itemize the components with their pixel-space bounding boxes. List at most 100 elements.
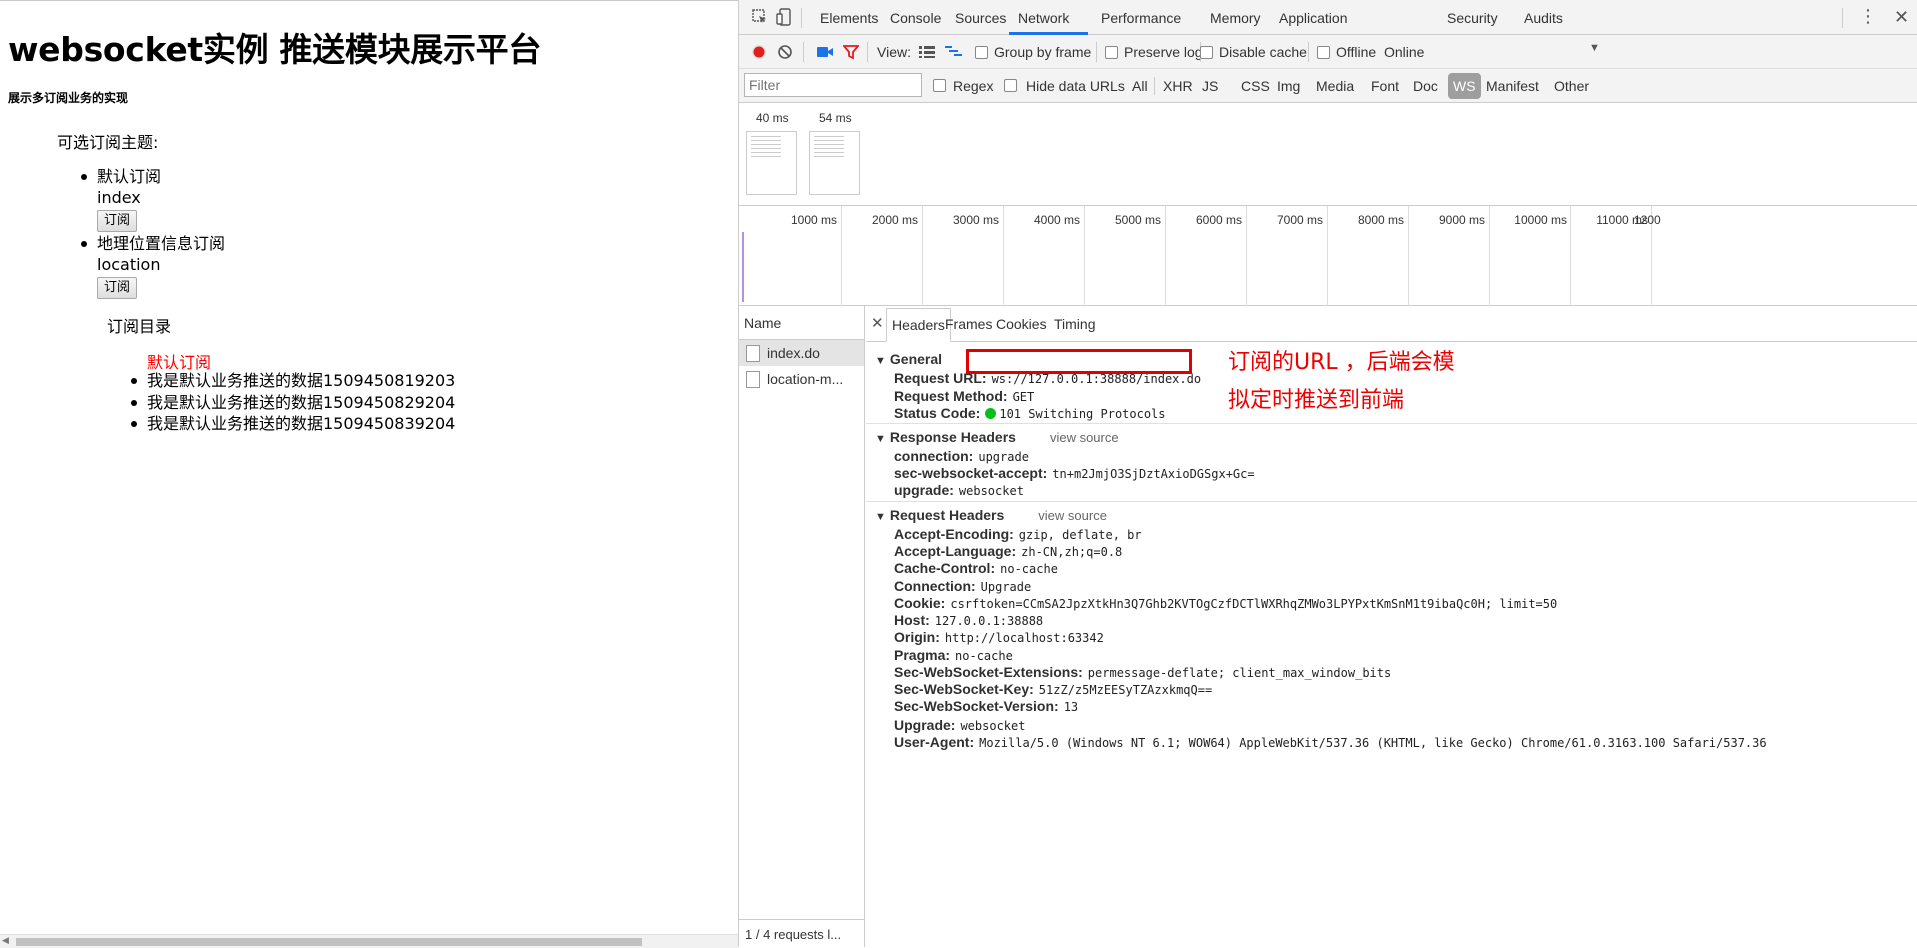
- frame-time: 40 ms: [756, 111, 789, 125]
- filter-all[interactable]: All: [1132, 78, 1148, 94]
- page-title: websocket实例 推送模块展示平台: [8, 30, 542, 69]
- request-row[interactable]: index.do: [739, 340, 864, 366]
- filter-xhr[interactable]: XHR: [1163, 78, 1193, 94]
- scrollbar-thumb[interactable]: [16, 938, 642, 946]
- record-icon[interactable]: [751, 44, 767, 60]
- url-highlight-box: [966, 349, 1192, 374]
- filter-img[interactable]: Img: [1277, 78, 1300, 94]
- throttling-select[interactable]: Online: [1384, 44, 1424, 60]
- filter-js[interactable]: JS: [1202, 78, 1218, 94]
- disable-cache-label: Disable cache: [1219, 44, 1307, 60]
- tab-cookies[interactable]: Cookies: [996, 316, 1047, 332]
- network-toolbar: View: Group by frame Preserve log Disabl…: [739, 35, 1917, 69]
- filter-css[interactable]: CSS: [1241, 78, 1270, 94]
- response-headers-section-header[interactable]: ▼ Response Headers view source: [875, 429, 1119, 445]
- preserve-log-checkbox[interactable]: [1105, 46, 1118, 59]
- inspect-element-icon[interactable]: [751, 8, 769, 26]
- screenshot-frame[interactable]: [746, 131, 797, 195]
- toolbar-divider: [803, 42, 804, 62]
- tab-frames[interactable]: Frames: [945, 316, 992, 332]
- tab-timing[interactable]: Timing: [1054, 316, 1096, 332]
- tab-console[interactable]: Console: [890, 10, 941, 26]
- timeline-tick: 8000 ms: [1357, 213, 1404, 227]
- filter-media[interactable]: Media: [1316, 78, 1354, 94]
- filter-font[interactable]: Font: [1371, 78, 1399, 94]
- timeline-marker: [742, 232, 744, 302]
- timeline-tick: 3000 ms: [952, 213, 999, 227]
- clear-icon[interactable]: [777, 44, 793, 60]
- screenshot-filmstrip: 40 ms 54 ms: [739, 103, 1917, 206]
- header-row: Accept-Language: zh-CN,zh;q=0.8: [894, 543, 1123, 559]
- tab-security[interactable]: Security: [1447, 10, 1498, 26]
- filter-doc[interactable]: Doc: [1413, 78, 1438, 94]
- more-options-icon[interactable]: ⋮: [1859, 6, 1877, 27]
- request-headers-section-header[interactable]: ▼ Request Headers view source: [875, 507, 1107, 523]
- filter-input[interactable]: [744, 73, 922, 97]
- hide-data-urls-checkbox[interactable]: [1004, 79, 1017, 92]
- device-toolbar-icon[interactable]: [775, 8, 793, 26]
- timeline-tick: 1000 ms: [790, 213, 837, 227]
- tab-audits[interactable]: Audits: [1524, 10, 1563, 26]
- toolbar-divider: [867, 42, 868, 62]
- timeline-tick: 4000 ms: [1033, 213, 1080, 227]
- screenshot-frame[interactable]: [809, 131, 860, 195]
- header-row: Pragma: no-cache: [894, 647, 1013, 663]
- group-by-frame-label: Group by frame: [994, 44, 1092, 60]
- timeline-tick: 5000 ms: [1114, 213, 1161, 227]
- header-row: Cookie: csrftoken=CCmSA2JpzXtkHn3Q7Ghb2KV…: [894, 595, 1558, 611]
- tab-elements[interactable]: Elements: [820, 10, 878, 26]
- view-source-link[interactable]: view source: [1050, 430, 1119, 445]
- tab-network[interactable]: Network: [1018, 10, 1069, 26]
- timeline-overview[interactable]: 1000 ms 2000 ms 3000 ms 4000 ms 5000 ms …: [739, 206, 1917, 306]
- tab-headers[interactable]: Headers: [886, 308, 951, 342]
- web-page: websocket实例 推送模块展示平台 展示多订阅业务的实现 可选订阅主题: …: [0, 0, 738, 948]
- chevron-down-icon[interactable]: ▼: [1589, 42, 1600, 54]
- request-list: Name index.do location-m... 1 / 4 reques…: [739, 306, 865, 947]
- toolbar-divider: [1096, 42, 1097, 62]
- tab-performance[interactable]: Performance: [1101, 10, 1181, 26]
- expand-triangle-icon: ▼: [875, 511, 886, 523]
- filter-ws[interactable]: WS: [1448, 73, 1481, 99]
- group-by-frame-checkbox[interactable]: [975, 46, 988, 59]
- regex-checkbox[interactable]: [933, 79, 946, 92]
- topic-key: location: [97, 255, 161, 274]
- request-name: index.do: [767, 345, 820, 361]
- filter-manifest[interactable]: Manifest: [1486, 78, 1539, 94]
- tab-memory[interactable]: Memory: [1210, 10, 1261, 26]
- waterfall-overview-icon[interactable]: [945, 45, 963, 59]
- topic-name: 默认订阅: [97, 167, 162, 186]
- horizontal-scrollbar[interactable]: ◀: [0, 934, 738, 948]
- name-column-header[interactable]: Name: [739, 306, 864, 340]
- large-rows-icon[interactable]: [919, 46, 935, 58]
- offline-checkbox[interactable]: [1317, 46, 1330, 59]
- message-item: 我是默认业务推送的数据1509450839204: [130, 414, 456, 433]
- tab-application[interactable]: Application: [1279, 10, 1348, 26]
- filter-other[interactable]: Other: [1554, 78, 1589, 94]
- filter-icon[interactable]: [843, 44, 859, 60]
- header-row: Accept-Encoding: gzip, deflate, br: [894, 526, 1142, 542]
- subscribe-button[interactable]: 订阅: [97, 277, 138, 299]
- general-section-header[interactable]: ▼ General: [875, 351, 942, 367]
- header-row: connection: upgrade: [894, 448, 1029, 464]
- request-row[interactable]: location-m...: [739, 366, 864, 392]
- header-row: sec-websocket-accept: tn+m2JmjO3SjDztAxio…: [894, 465, 1255, 481]
- scroll-left-icon[interactable]: ◀: [2, 936, 9, 946]
- message-list: 我是默认业务推送的数据1509450819203 我是默认业务推送的数据1509…: [130, 370, 456, 435]
- offline-label: Offline: [1336, 44, 1377, 60]
- header-row: Status Code: 101 Switching Protocols: [894, 405, 1166, 421]
- capture-screenshots-icon[interactable]: [816, 45, 834, 59]
- close-icon[interactable]: ✕: [871, 314, 884, 332]
- header-row: Connection: Upgrade: [894, 578, 1032, 594]
- disable-cache-checkbox[interactable]: [1200, 46, 1213, 59]
- status-ok-icon: [985, 408, 997, 419]
- close-icon[interactable]: ✕: [1894, 7, 1909, 28]
- tab-sources[interactable]: Sources: [955, 10, 1006, 26]
- topic-list: 默认订阅 index 订阅 地理位置信息订阅 location 订阅: [80, 166, 225, 300]
- header-row: Host: 127.0.0.1:38888: [894, 612, 1044, 628]
- timeline-tick: 9000 ms: [1438, 213, 1485, 227]
- view-source-link[interactable]: view source: [1038, 508, 1107, 523]
- annotation-note: 订阅的URL ，后端会模 拟定时推送到前端: [1228, 344, 1488, 420]
- subscribe-button[interactable]: 订阅: [97, 210, 138, 232]
- header-row: Sec-WebSocket-Extensions: permessage-defl…: [894, 664, 1392, 680]
- filter-bar: Regex Hide data URLs All XHR JS CSS Img …: [739, 69, 1917, 103]
